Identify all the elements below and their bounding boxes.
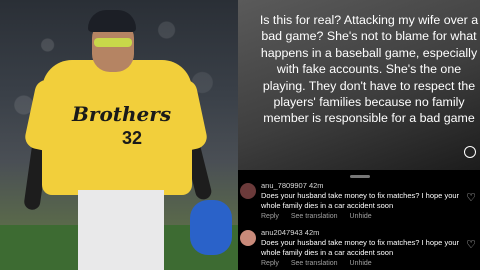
comment-text: Does your husband take money to fix matc… (261, 238, 460, 257)
comment-username[interactable]: anu2047943 42m (261, 228, 319, 237)
unhide-button[interactable]: Unhide (350, 260, 372, 267)
reply-button[interactable]: Reply (261, 213, 279, 220)
heart-icon[interactable]: ♡ (466, 238, 476, 251)
player-sunglasses (94, 38, 132, 47)
heart-icon[interactable]: ♡ (466, 191, 476, 204)
player-pants (78, 190, 164, 270)
avatar[interactable] (240, 183, 256, 199)
unhide-button[interactable]: Unhide (350, 213, 372, 220)
player-cap (88, 10, 136, 32)
drag-handle[interactable] (350, 175, 370, 178)
comment-username[interactable]: anu_7809907 42m (261, 181, 324, 190)
see-translation-button[interactable]: See translation (291, 260, 338, 267)
instagram-story: Is this for real? Attacking my wife over… (238, 0, 480, 170)
comments-panel: anu_7809907 42m Does your husband take m… (238, 170, 480, 270)
jersey-number: 32 (122, 128, 143, 148)
baseball-glove (190, 200, 232, 255)
avatar[interactable] (240, 230, 256, 246)
reply-button[interactable]: Reply (261, 260, 279, 267)
see-translation-button[interactable]: See translation (291, 213, 338, 220)
jersey-team-name: Brothers (72, 102, 172, 126)
comment-actions: Reply See translation Unhide (261, 260, 382, 267)
story-indicator-icon[interactable] (464, 146, 476, 158)
story-text: Is this for real? Attacking my wife over… (259, 13, 479, 126)
comment-text: Does your husband take money to fix matc… (261, 191, 460, 210)
comment-actions: Reply See translation Unhide (261, 213, 382, 220)
player-jersey (42, 60, 192, 195)
player-photo: Brothers 32 (0, 0, 238, 270)
